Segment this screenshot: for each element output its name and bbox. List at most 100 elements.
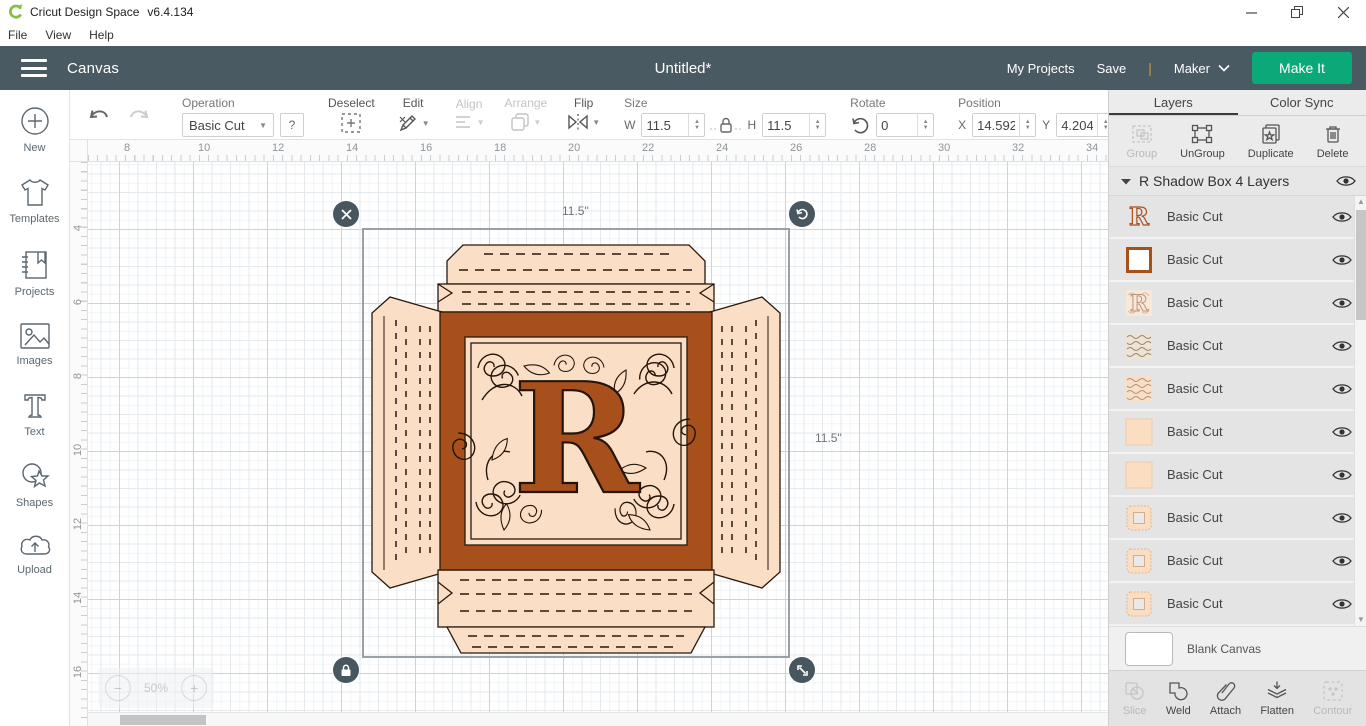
height-stepper[interactable]: ▲ ▼ bbox=[809, 114, 825, 136]
menu-bar: File View Help bbox=[0, 24, 1366, 46]
scroll-down-arrow[interactable]: ▼ bbox=[1355, 614, 1366, 626]
eye-icon[interactable] bbox=[1332, 554, 1352, 568]
rotate-input[interactable] bbox=[877, 114, 918, 136]
flip-button[interactable]: Flip ▼ bbox=[567, 96, 600, 132]
blank-canvas-row[interactable]: Blank Canvas bbox=[1109, 626, 1366, 670]
height-input[interactable] bbox=[763, 114, 810, 136]
layer-thumb-box-frame bbox=[1126, 505, 1152, 530]
delete-handle[interactable] bbox=[333, 201, 359, 227]
close-button[interactable] bbox=[1320, 0, 1366, 24]
x-stepper[interactable]: ▲ ▼ bbox=[1019, 114, 1035, 136]
restore-button[interactable] bbox=[1274, 0, 1320, 24]
image-icon bbox=[19, 323, 50, 349]
rotate-stepper[interactable]: ▲ ▼ bbox=[917, 114, 933, 136]
width-input[interactable] bbox=[642, 114, 689, 136]
operation-help-button[interactable]: ? bbox=[280, 113, 304, 137]
eye-icon[interactable] bbox=[1332, 339, 1352, 353]
menu-help[interactable]: Help bbox=[89, 28, 114, 42]
delete-button[interactable]: Delete bbox=[1317, 123, 1348, 160]
layer-label: Basic Cut bbox=[1167, 295, 1223, 310]
zoom-in-button[interactable]: + bbox=[181, 675, 208, 701]
rotate-icon[interactable] bbox=[850, 115, 870, 135]
y-input[interactable] bbox=[1057, 114, 1098, 136]
align-label: Align bbox=[455, 97, 483, 111]
layer-row[interactable]: R Basic Cut bbox=[1109, 282, 1366, 325]
eye-icon[interactable] bbox=[1332, 253, 1352, 267]
shadow-box-design[interactable]: R bbox=[364, 230, 788, 656]
layer-label: Basic Cut bbox=[1167, 252, 1223, 267]
layer-row[interactable]: R Basic Cut bbox=[1109, 196, 1366, 239]
horizontal-scrollbar-thumb[interactable] bbox=[120, 715, 206, 725]
zoom-out-button[interactable]: − bbox=[104, 675, 131, 701]
sidebar-item-new[interactable]: New bbox=[0, 104, 69, 154]
operation-select[interactable]: Basic Cut ▼ bbox=[182, 113, 274, 137]
sidebar-item-projects[interactable]: Projects bbox=[0, 248, 69, 298]
eye-icon[interactable] bbox=[1332, 597, 1352, 611]
layer-row[interactable]: Basic Cut bbox=[1109, 411, 1366, 454]
sidebar-item-shapes[interactable]: Shapes bbox=[0, 461, 69, 509]
canvas-area[interactable]: 8 10 12 14 16 18 20 22 24 26 28 30 32 34… bbox=[70, 140, 1108, 726]
size-lock-icon[interactable] bbox=[709, 115, 743, 135]
layer-row[interactable]: Basic Cut bbox=[1109, 325, 1366, 368]
x-input[interactable] bbox=[973, 114, 1020, 136]
rotate-handle[interactable] bbox=[789, 201, 815, 227]
layer-thumb-ornate-r: R bbox=[1128, 203, 1150, 231]
layer-row[interactable]: Basic Cut bbox=[1109, 583, 1366, 626]
canvas-nav-label[interactable]: Canvas bbox=[67, 60, 119, 77]
flatten-button[interactable]: Flatten bbox=[1260, 680, 1294, 717]
tab-color-sync[interactable]: Color Sync bbox=[1238, 90, 1366, 115]
eye-icon[interactable] bbox=[1332, 210, 1352, 224]
menu-view[interactable]: View bbox=[45, 28, 71, 42]
layer-thumb-pattern-gray bbox=[1126, 332, 1152, 359]
layers-scrollbar-thumb[interactable] bbox=[1356, 210, 1366, 320]
edit-button[interactable]: Edit ▼ bbox=[397, 96, 430, 134]
sidebar-item-upload[interactable]: Upload bbox=[0, 532, 69, 576]
sidebar-item-templates[interactable]: Templates bbox=[0, 177, 69, 225]
ungroup-button[interactable]: UnGroup bbox=[1180, 123, 1225, 160]
weld-button[interactable]: Weld bbox=[1166, 680, 1191, 717]
deselect-button[interactable]: Deselect bbox=[328, 96, 375, 134]
layer-row[interactable]: Basic Cut bbox=[1109, 239, 1366, 282]
minimize-button[interactable] bbox=[1228, 0, 1274, 24]
layer-row[interactable]: Basic Cut bbox=[1109, 454, 1366, 497]
duplicate-button[interactable]: Duplicate bbox=[1248, 123, 1294, 160]
hamburger-menu-icon[interactable] bbox=[21, 59, 47, 77]
attach-button[interactable]: Attach bbox=[1210, 680, 1241, 717]
eye-icon[interactable] bbox=[1332, 296, 1352, 310]
lock-handle[interactable] bbox=[333, 657, 359, 683]
horizontal-scrollbar[interactable] bbox=[88, 712, 1108, 726]
resize-handle[interactable] bbox=[789, 657, 815, 683]
scroll-up-arrow[interactable]: ▲ bbox=[1355, 196, 1366, 208]
sidebar-label: Projects bbox=[14, 286, 55, 298]
layer-group-header[interactable]: R Shadow Box 4 Layers bbox=[1109, 166, 1366, 196]
width-stepper[interactable]: ▲ ▼ bbox=[688, 114, 704, 136]
eye-icon[interactable] bbox=[1332, 468, 1352, 482]
layer-row[interactable]: Basic Cut bbox=[1109, 540, 1366, 583]
eye-icon[interactable] bbox=[1332, 382, 1352, 396]
tab-layers[interactable]: Layers bbox=[1109, 90, 1238, 115]
edit-toolbar: Operation Basic Cut ▼ ? Deselect Edit ▼ bbox=[70, 90, 1115, 140]
blank-canvas-swatch[interactable] bbox=[1125, 631, 1173, 666]
arrange-button: Arrange ▼ bbox=[505, 96, 547, 132]
make-it-button[interactable]: Make It bbox=[1252, 52, 1352, 84]
save-link[interactable]: Save bbox=[1097, 61, 1127, 76]
layer-thumb-pattern-tan bbox=[1126, 375, 1152, 402]
selection-bounding-box[interactable]: R bbox=[362, 228, 790, 658]
slice-icon bbox=[1124, 682, 1144, 700]
position-group: Position X ▲▼ Y ▲▼ bbox=[948, 90, 1124, 139]
collapse-chevron-icon[interactable] bbox=[1121, 178, 1131, 185]
menu-file[interactable]: File bbox=[8, 28, 27, 42]
layers-scrollbar[interactable]: ▲ ▼ bbox=[1354, 196, 1366, 626]
size-label: Size bbox=[624, 96, 648, 110]
redo-icon[interactable] bbox=[126, 104, 152, 126]
my-projects-link[interactable]: My Projects bbox=[1007, 61, 1075, 76]
layer-row[interactable]: Basic Cut bbox=[1109, 497, 1366, 540]
eye-icon[interactable] bbox=[1332, 425, 1352, 439]
sidebar-item-images[interactable]: Images bbox=[0, 321, 69, 367]
eye-icon[interactable] bbox=[1336, 174, 1356, 188]
layer-row[interactable]: Basic Cut bbox=[1109, 368, 1366, 411]
eye-icon[interactable] bbox=[1332, 511, 1352, 525]
sidebar-item-text[interactable]: Text bbox=[0, 390, 69, 438]
undo-icon[interactable] bbox=[86, 104, 112, 126]
machine-selector[interactable]: Maker bbox=[1174, 61, 1230, 76]
